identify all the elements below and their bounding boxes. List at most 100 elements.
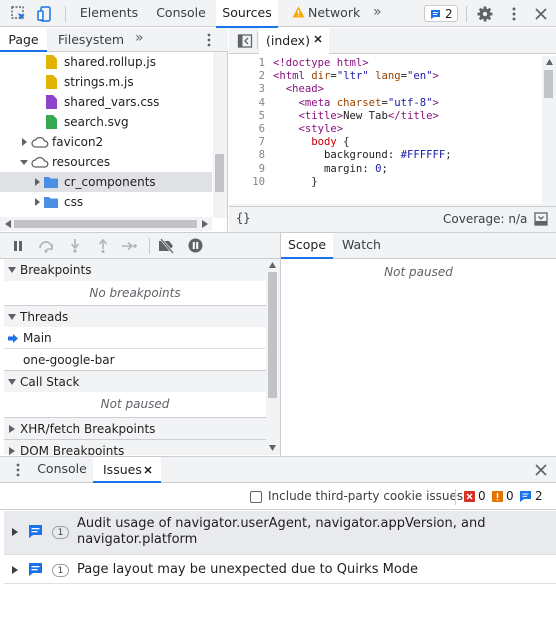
drawer-tab-issues[interactable]: Issues [93, 457, 161, 483]
file-tree-item[interactable]: strings.m.js [0, 72, 212, 92]
third-party-cookie-checkbox[interactable] [250, 491, 262, 503]
pretty-print-button[interactable]: {} [236, 211, 250, 225]
file-name: search.svg [64, 115, 129, 129]
tab-page[interactable]: Page [0, 28, 47, 52]
messages-counter-button[interactable]: 2 [424, 5, 458, 22]
expand-arrow-icon [9, 447, 16, 455]
more-options-icon[interactable] [203, 31, 215, 49]
message-icon [430, 9, 441, 20]
scroll-up-arrow-icon[interactable] [546, 59, 553, 65]
file-name: favicon2 [52, 135, 104, 149]
issue-count-badge: 1 [52, 564, 69, 577]
step-icon[interactable] [122, 240, 138, 252]
device-toolbar-icon[interactable] [36, 5, 54, 23]
third-party-cookie-label: Include third-party cookie issues [268, 489, 464, 503]
scrollbar-thumb[interactable] [215, 154, 224, 192]
expand-arrow-icon[interactable] [12, 528, 18, 536]
file-name: strings.m.js [64, 75, 134, 89]
debugger-toolbar [0, 233, 280, 259]
scrollbar-thumb[interactable] [544, 70, 553, 98]
horizontal-scrollbar[interactable] [0, 217, 212, 231]
file-name: shared.rollup.js [64, 55, 156, 69]
section-title: XHR/fetch Breakpoints [20, 422, 156, 436]
expand-arrow-icon[interactable] [33, 178, 41, 186]
issue-title: Page layout may be unexpected due to Qui… [77, 562, 419, 577]
close-tab-icon[interactable] [143, 465, 153, 475]
sidebar-scrollbar[interactable] [266, 259, 280, 455]
expand-arrow-icon[interactable] [33, 198, 41, 206]
expand-arrow-icon[interactable] [12, 566, 18, 574]
editor-scrollbar[interactable] [542, 56, 556, 216]
main-toolbar: Elements Console Sources Network » 2 [0, 0, 556, 28]
step-over-icon[interactable] [37, 239, 55, 253]
section-title: DOM Breakpoints [20, 444, 125, 455]
deactivate-breakpoints-icon[interactable] [158, 238, 176, 254]
close-tab-icon[interactable] [313, 34, 323, 44]
file-tree-item[interactable]: shared_vars.css [0, 92, 212, 112]
thread-name: Main [23, 331, 52, 345]
threads-section-header[interactable]: Threads [4, 305, 266, 327]
expand-arrow-icon[interactable] [20, 138, 28, 146]
tab-elements[interactable]: Elements [72, 0, 146, 27]
close-devtools-icon[interactable] [532, 5, 550, 23]
step-into-icon[interactable] [70, 239, 80, 253]
close-drawer-icon[interactable] [535, 464, 547, 476]
no-breakpoints-message: No breakpoints [89, 286, 181, 300]
code-editor[interactable]: 1 <!doctype html> 2 <html dir="ltr" lang="… [229, 55, 556, 216]
inspect-element-icon[interactable] [10, 5, 28, 23]
scroll-right-arrow-icon[interactable] [202, 220, 208, 228]
pause-on-exceptions-icon[interactable] [188, 238, 203, 253]
more-options-icon[interactable] [505, 5, 523, 23]
scrollbar-thumb[interactable] [268, 272, 277, 398]
toolbar-divider [65, 6, 66, 22]
tab-console[interactable]: Console [148, 0, 214, 27]
breakpoints-section-header[interactable]: Breakpoints [4, 259, 266, 281]
step-out-icon[interactable] [98, 239, 108, 253]
xhr-breakpoints-section-header[interactable]: XHR/fetch Breakpoints [4, 417, 266, 439]
issue-count-badge: 1 [52, 526, 69, 539]
editor-tab-index[interactable]: (index) [259, 28, 329, 54]
drawer-menu-icon[interactable] [14, 462, 22, 478]
issues-toolbar: Include third-party cookie issues 0 0 2 [0, 484, 556, 510]
issue-row[interactable]: 1 Page layout may be unexpected due to Q… [4, 556, 556, 584]
file-tree-item[interactable]: css [0, 192, 212, 212]
tab-scope[interactable]: Scope [281, 233, 333, 259]
pause-icon[interactable] [12, 240, 24, 252]
drawer-toolbar: Console Issues [0, 457, 556, 483]
settings-gear-icon[interactable] [476, 5, 494, 23]
scroll-left-arrow-icon[interactable] [5, 220, 11, 228]
error-icon [464, 491, 475, 502]
error-count: 0 [478, 489, 486, 503]
more-tabs-chevron-icon[interactable]: » [373, 4, 382, 20]
file-tree-item-selected[interactable]: cr_components [0, 172, 212, 192]
issue-row[interactable]: 1 Audit usage of navigator.userAgent, na… [4, 511, 556, 555]
dom-breakpoints-section-header[interactable]: DOM Breakpoints [4, 439, 266, 455]
tab-filesystem[interactable]: Filesystem [58, 28, 124, 51]
toolbar-divider [466, 6, 467, 22]
file-tree-item[interactable]: resources [0, 152, 212, 172]
call-stack-section-header[interactable]: Call Stack [4, 370, 266, 392]
toolbar-divider [257, 32, 258, 49]
scrollbar-thumb[interactable] [14, 220, 197, 228]
toggle-debugger-icon[interactable] [534, 212, 548, 226]
thread-item-main[interactable]: Main [4, 327, 266, 349]
file-tree-item[interactable]: shared.rollup.js [0, 52, 212, 72]
scroll-down-arrow-icon[interactable] [269, 445, 276, 451]
toolbar-divider [149, 238, 150, 254]
scroll-up-arrow-icon[interactable] [269, 262, 276, 268]
toggle-navigator-icon[interactable] [237, 33, 253, 49]
vertical-scrollbar[interactable] [213, 52, 227, 218]
tab-network[interactable]: Network [280, 0, 360, 27]
drawer-tab-console[interactable]: Console [31, 457, 93, 483]
tab-watch[interactable]: Watch [342, 233, 381, 257]
cloud-icon [31, 136, 49, 148]
editor-tab-label: (index) [266, 33, 310, 48]
call-stack-not-paused: Not paused [100, 397, 170, 411]
navigator-panel: Page Filesystem » shared.rollup.js strin… [0, 28, 228, 232]
thread-item-one-google-bar[interactable]: one-google-bar [4, 349, 266, 371]
tab-sources[interactable]: Sources [216, 0, 278, 28]
file-tree-item[interactable]: search.svg [0, 112, 212, 132]
collapse-arrow-icon[interactable] [20, 158, 28, 166]
more-tabs-chevron-icon[interactable]: » [135, 30, 144, 46]
file-tree-item[interactable]: favicon2 [0, 132, 212, 152]
